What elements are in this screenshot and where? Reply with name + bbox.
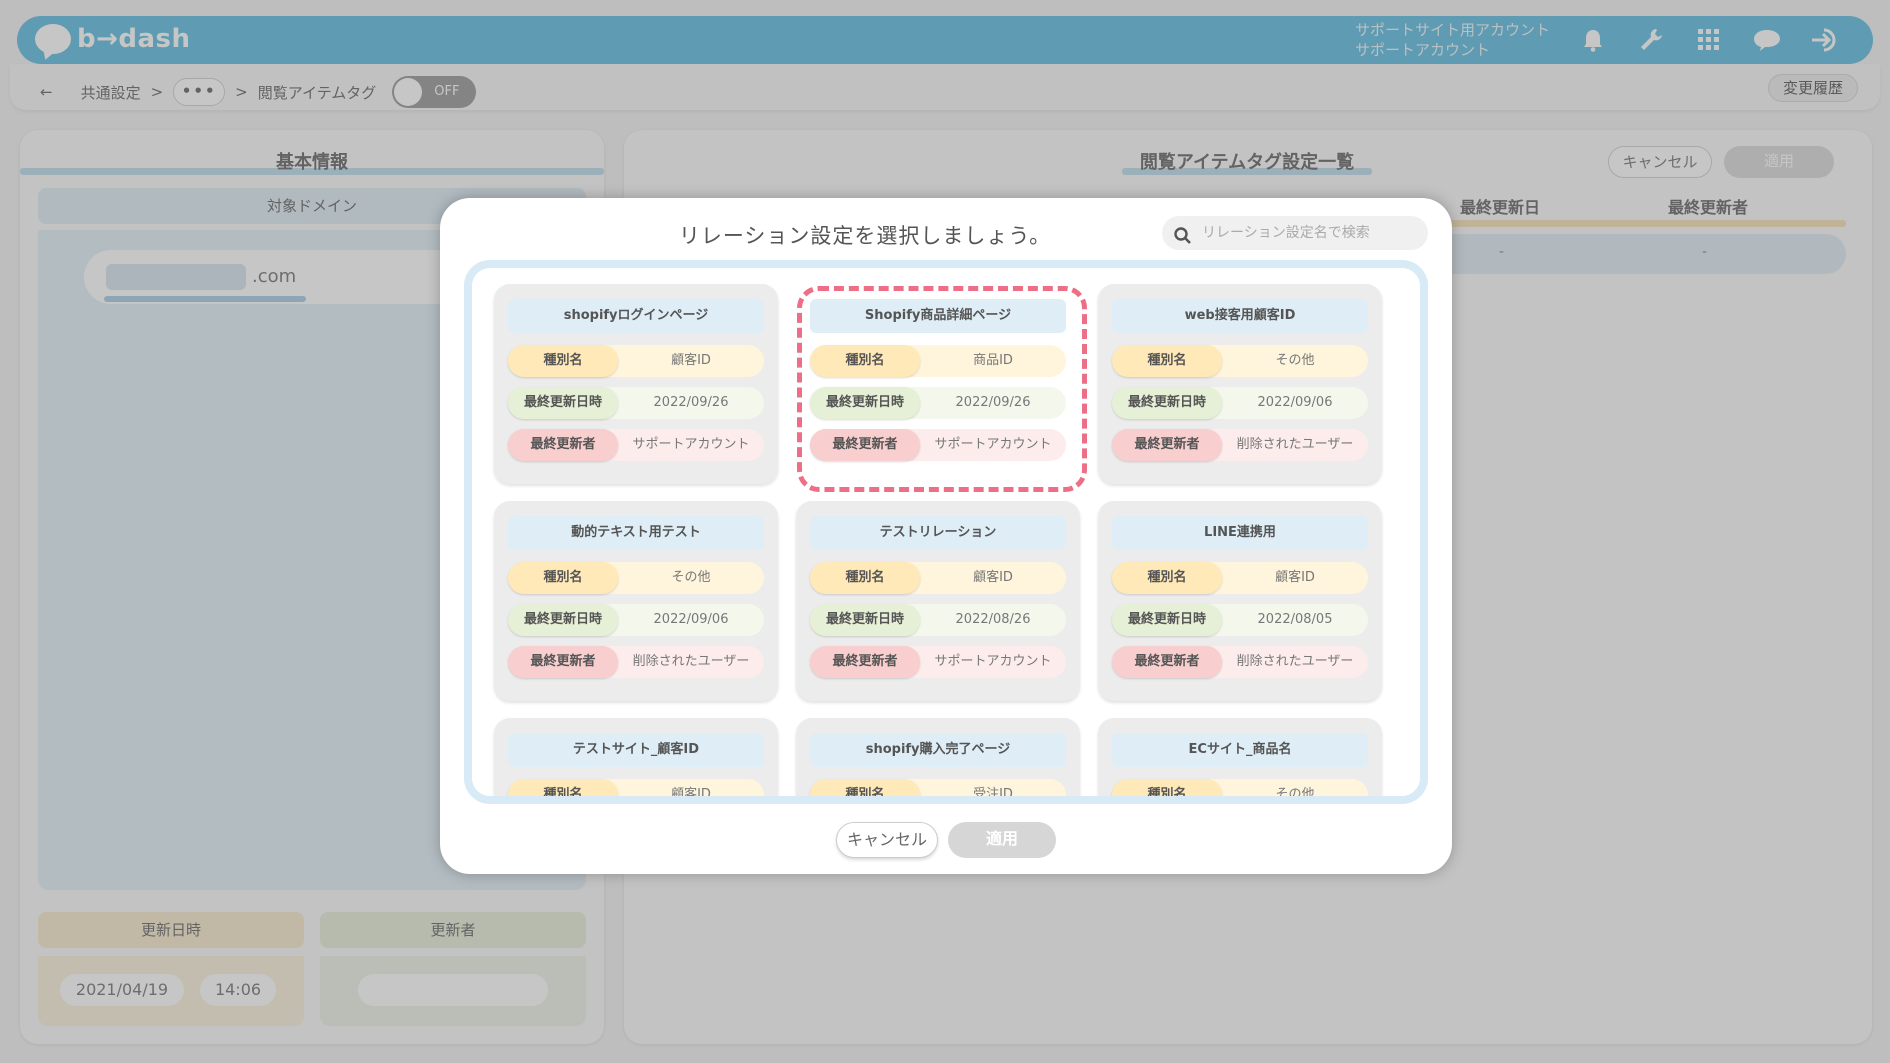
modal-actions: キャンセル 適用 xyxy=(440,822,1452,858)
row-value: 顧客ID xyxy=(973,570,1013,585)
relation-card[interactable]: web接客用顧客ID 種別名 その他 最終更新日時 2022/09/06 最終更新者… xyxy=(1098,284,1382,484)
row-label: 最終更新日時 xyxy=(508,387,618,419)
relation-card[interactable]: テストリレーション 種別名 顧客ID 最終更新日時 2022/08/26 最終更新者… xyxy=(796,501,1080,701)
row-label: 最終更新者 xyxy=(508,646,618,678)
row-label: 種別名 xyxy=(508,562,618,594)
row-label: 最終更新日時 xyxy=(810,604,920,636)
row-value: 顧客ID xyxy=(671,787,711,802)
row-value: その他 xyxy=(1275,353,1315,368)
relation-select-modal: リレーション設定を選択しましょう。 リレーション設定名で検索 shopifyログ… xyxy=(440,198,1452,874)
row-value: 2022/09/06 xyxy=(653,612,729,627)
row-label: 最終更新者 xyxy=(810,646,920,678)
search-placeholder: リレーション設定名で検索 xyxy=(1202,225,1370,241)
card-row-updated: 最終更新日時 2022/09/06 xyxy=(508,604,764,636)
row-label: 種別名 xyxy=(1112,779,1222,796)
row-value: 顧客ID xyxy=(1275,570,1315,585)
card-title: ECサイト_商品名 xyxy=(1112,733,1368,767)
card-row-updater: 最終更新者 サポートアカウント xyxy=(508,429,764,461)
card-title: 動的テキスト用テスト xyxy=(508,516,764,550)
row-value: 削除されたユーザー xyxy=(1236,437,1354,452)
card-title: web接客用顧客ID xyxy=(1112,299,1368,333)
relation-search-input[interactable]: リレーション設定名で検索 xyxy=(1162,216,1428,250)
card-title: shopify購入完了ページ xyxy=(810,733,1066,767)
row-value: 2022/09/06 xyxy=(1257,395,1333,410)
card-row-updated: 最終更新日時 2022/08/05 xyxy=(1112,604,1368,636)
modal-apply-button[interactable]: 適用 xyxy=(948,822,1056,858)
row-label: 最終更新者 xyxy=(1112,646,1222,678)
row-value: 2022/09/26 xyxy=(653,395,729,410)
row-value: 削除されたユーザー xyxy=(632,654,750,669)
search-icon xyxy=(1174,224,1192,258)
selected-card-highlight xyxy=(797,286,1087,492)
card-row-type: 種別名 その他 xyxy=(508,562,764,594)
row-label: 種別名 xyxy=(810,779,920,796)
row-value: その他 xyxy=(1275,787,1315,802)
row-label: 最終更新者 xyxy=(508,429,618,461)
card-title: テストリレーション xyxy=(810,516,1066,550)
row-value: その他 xyxy=(671,570,711,585)
card-row-type: 種別名 顧客ID xyxy=(810,562,1066,594)
row-label: 最終更新日時 xyxy=(1112,387,1222,419)
card-row-type: 種別名 その他 xyxy=(1112,779,1368,802)
card-row-type: 種別名 顧客ID xyxy=(508,345,764,377)
card-row-updater: 最終更新者 サポートアカウント xyxy=(810,646,1066,678)
row-label: 最終更新日時 xyxy=(508,604,618,636)
relation-card[interactable]: LINE連携用 種別名 顧客ID 最終更新日時 2022/08/05 最終更新者 削除… xyxy=(1098,501,1382,701)
row-label: 最終更新者 xyxy=(1112,429,1222,461)
card-row-updater: 最終更新者 削除されたユーザー xyxy=(1112,646,1368,678)
row-value: サポートアカウント xyxy=(632,437,750,452)
card-row-updater: 最終更新者 削除されたユーザー xyxy=(1112,429,1368,461)
relation-card[interactable]: shopifyログインページ 種別名 顧客ID 最終更新日時 2022/09/26 … xyxy=(494,284,778,484)
row-label: 種別名 xyxy=(508,345,618,377)
card-row-updated: 最終更新日時 2022/09/26 xyxy=(508,387,764,419)
row-label: 種別名 xyxy=(508,779,618,796)
card-row-type: 種別名 顧客ID xyxy=(508,779,764,802)
row-label: 種別名 xyxy=(1112,562,1222,594)
scroll-up-icon[interactable]: ▲ xyxy=(1420,344,1428,355)
row-value: 受注ID xyxy=(973,787,1013,802)
row-label: 最終更新日時 xyxy=(1112,604,1222,636)
card-row-type: 種別名 受注ID xyxy=(810,779,1066,802)
relation-card[interactable]: shopify購入完了ページ 種別名 受注ID xyxy=(796,718,1080,802)
row-value: サポートアカウント xyxy=(934,654,1052,669)
modal-cancel-button[interactable]: キャンセル xyxy=(836,822,938,858)
relation-card[interactable]: 動的テキスト用テスト 種別名 その他 最終更新日時 2022/09/06 最終更新者… xyxy=(494,501,778,701)
card-row-type: 種別名 顧客ID xyxy=(1112,562,1368,594)
card-row-type: 種別名 その他 xyxy=(1112,345,1368,377)
card-row-updated: 最終更新日時 2022/08/26 xyxy=(810,604,1066,636)
card-title: LINE連携用 xyxy=(1112,516,1368,550)
card-title: テストサイト_顧客ID xyxy=(508,733,764,767)
card-row-updater: 最終更新者 削除されたユーザー xyxy=(508,646,764,678)
card-row-updated: 最終更新日時 2022/09/06 xyxy=(1112,387,1368,419)
row-label: 種別名 xyxy=(1112,345,1222,377)
relation-card[interactable]: ECサイト_商品名 種別名 その他 xyxy=(1098,718,1382,802)
row-value: 2022/08/05 xyxy=(1257,612,1333,627)
list-scrollbar[interactable]: ▲ ▼ xyxy=(1418,344,1428,796)
relation-card[interactable]: テストサイト_顧客ID 種別名 顧客ID xyxy=(494,718,778,802)
row-value: 顧客ID xyxy=(671,353,711,368)
row-value: 2022/08/26 xyxy=(955,612,1031,627)
row-label: 種別名 xyxy=(810,562,920,594)
card-title: shopifyログインページ xyxy=(508,299,764,333)
row-value: 削除されたユーザー xyxy=(1236,654,1354,669)
scroll-thumb[interactable] xyxy=(1421,358,1428,482)
